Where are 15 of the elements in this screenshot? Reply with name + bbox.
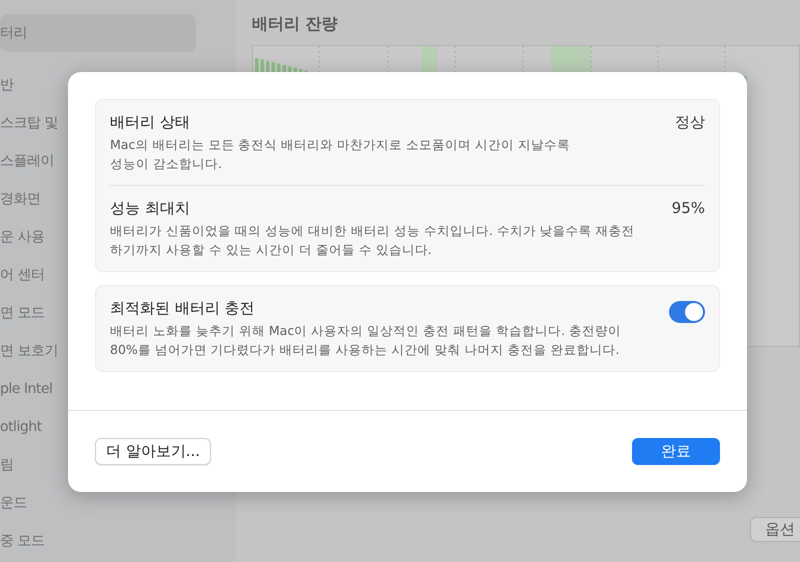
learn-more-button[interactable]: 더 알아보기... — [95, 438, 212, 465]
setting-title: 배터리 상태 — [110, 113, 191, 132]
setting-description: 배터리가 신품이었을 때의 성능에 대비한 배터리 성능 수치입니다. 수치가 낮을수록 재충전 하기까지 사용할 수 있는 시간이 더 줄어들 수 있습니다. — [110, 222, 636, 259]
setting-value: 95% — [672, 199, 705, 219]
setting-description: 배터리 노화를 늦추기 위해 Mac이 사용자의 일상적인 충전 패턴을 학습합니다. 충전량이 80%를 넘어가면 기다렸다가 배터리를 사용하는 시간에 맞춰 나머지 충전을 완료합니다. — [110, 322, 622, 359]
section-title: 배터리 잔량 — [252, 14, 339, 35]
setting-value: 정상 — [675, 113, 705, 133]
done-button[interactable]: 완료 — [632, 438, 720, 465]
options-button[interactable]: 옵션 — [750, 517, 800, 542]
sidebar-item[interactable]: 중 모드 — [0, 522, 196, 560]
toggle-switch[interactable] — [669, 301, 705, 323]
sidebar-item[interactable]: 터리 — [0, 14, 196, 52]
setting-description: Mac의 배터리는 모든 충전식 배터리와 마찬가지로 소모품이며 시간이 지날수록 성능이 감소합니다. — [110, 136, 572, 173]
setting-title: 성능 최대치 — [110, 199, 191, 218]
setting-title: 최적화된 배터리 충전 — [110, 299, 256, 318]
